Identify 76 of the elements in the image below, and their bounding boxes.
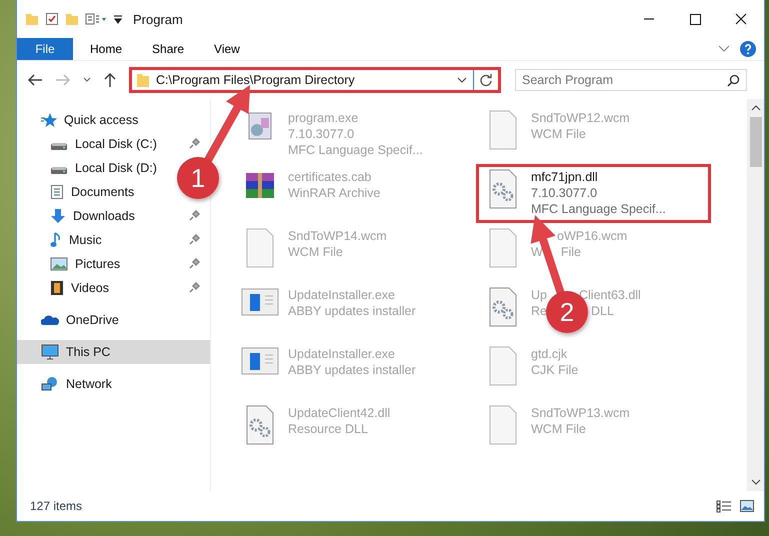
window-icon [240, 287, 280, 317]
file-detail: 7.10.3077.0 [531, 185, 598, 201]
file-detail: WCM File [288, 244, 343, 260]
cloud-icon [41, 314, 59, 326]
search-field[interactable]: Search Program [515, 69, 747, 91]
window-title: Program [133, 12, 183, 26]
file-name: SndToWP13.wcm [531, 405, 630, 421]
file-detail: MFC Language Specif... [531, 201, 666, 217]
file-detail: File [560, 244, 581, 260]
nav-label[interactable]: Pictures [75, 257, 120, 271]
scrollbar[interactable] [747, 99, 764, 491]
file-detail: DLL [590, 303, 614, 319]
chevron-up-icon[interactable] [750, 105, 760, 111]
file-name: Up [531, 287, 547, 303]
help-icon[interactable] [740, 41, 756, 57]
address-path: C:\Program Files\Program Directory [156, 73, 356, 87]
film-icon [50, 280, 64, 296]
file-name: gtd.cjk [531, 346, 568, 362]
file-name: certificates.cab [288, 169, 372, 185]
nav-label[interactable]: Network [66, 377, 112, 391]
nav-label[interactable]: Downloads [73, 209, 135, 223]
file-detail: W [531, 244, 543, 260]
document-icon [50, 184, 64, 200]
file-detail: MFC Language Specif... [288, 142, 423, 158]
file-name: UpdateInstaller.exe [288, 346, 396, 362]
item-count: 127 items [30, 499, 82, 513]
file-detail: WCM File [531, 421, 586, 437]
file-detail: ABBY updates installer [288, 303, 416, 319]
file-name: mfc71jpn.dll [531, 169, 598, 185]
chevron-down-icon[interactable] [83, 77, 91, 83]
nav-label[interactable]: Music [69, 233, 102, 247]
file-detail: Resource DLL [288, 421, 368, 437]
ribbon-tab[interactable]: View [201, 38, 253, 60]
nav-label[interactable]: This PC [66, 345, 110, 359]
refresh-icon[interactable] [479, 73, 493, 87]
up-arrow-icon[interactable] [103, 72, 117, 88]
folder-icon [136, 72, 150, 88]
nav-label[interactable]: Videos [71, 281, 109, 295]
file-item[interactable]: mfc71jpn.dll 7.10.3077.0 MFC Language Specif... [476, 164, 711, 223]
file-detail: 7.10.3077.0 [288, 126, 354, 142]
file-name: UpdateClient42.dll [288, 405, 390, 421]
star-icon [41, 112, 57, 128]
scrollbar-thumb[interactable] [750, 117, 762, 167]
window-icon [240, 346, 280, 376]
nav-label[interactable]: Documents [71, 185, 134, 199]
file-name: UpdateInstaller.exe [288, 287, 396, 303]
download-arrow-icon [50, 208, 66, 224]
picture-icon [50, 257, 68, 271]
search-icon [727, 74, 740, 87]
large-icons-view-icon[interactable] [740, 500, 754, 512]
music-note-icon [50, 232, 62, 248]
file-name: SndToWP12.wcm [531, 110, 630, 126]
address-bar[interactable]: C:\Program Files\Program Directory [129, 67, 501, 93]
nav-item[interactable]: This PC [17, 340, 210, 364]
file-menu-tab[interactable]: File [17, 38, 73, 60]
file-detail: ABBY updates installer [288, 362, 416, 378]
nav-label[interactable]: Local Disk (D:) [75, 161, 157, 175]
file-detail: WinRAR Archive [288, 185, 380, 201]
file-name: program.exe [288, 110, 358, 126]
ribbon-tab[interactable]: Home [77, 38, 136, 60]
checkmark-icon[interactable] [45, 12, 59, 26]
nav-label[interactable]: Local Disk (C:) [75, 137, 157, 151]
monitor-icon [41, 344, 59, 360]
nav-label[interactable]: OneDrive [66, 313, 119, 327]
back-arrow-icon[interactable] [27, 73, 43, 87]
nav-label[interactable]: Quick access [64, 113, 138, 127]
chevron-down-icon[interactable] [750, 479, 760, 485]
file-name: oWP16.wcm [557, 228, 628, 244]
properties-icon[interactable] [85, 12, 107, 26]
network-icon [41, 376, 59, 392]
file-name: SndToWP14.wcm [288, 228, 387, 244]
chevron-down-icon[interactable] [457, 77, 467, 83]
details-view-icon[interactable] [716, 500, 732, 512]
file-detail: WCM File [531, 126, 586, 142]
ribbon-tab[interactable]: Share [139, 38, 198, 60]
file-detail: CJK File [531, 362, 578, 378]
